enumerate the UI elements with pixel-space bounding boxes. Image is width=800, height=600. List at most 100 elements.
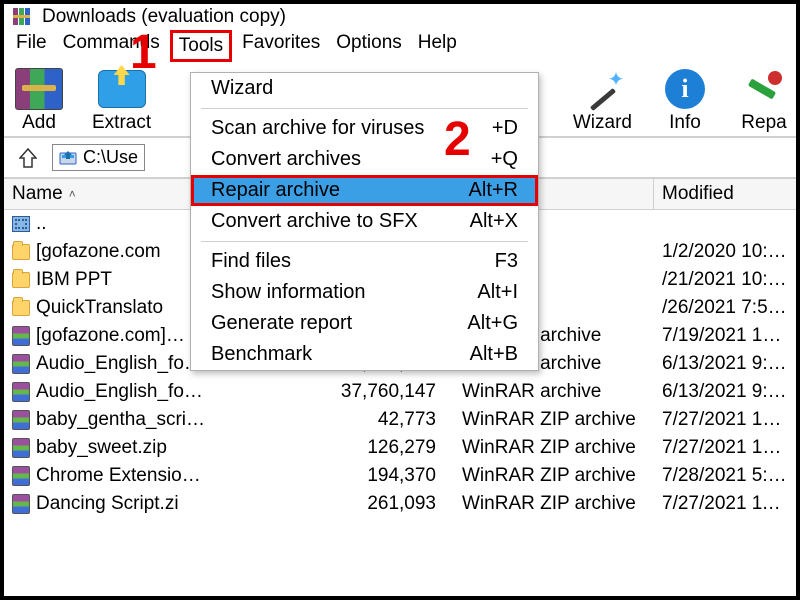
disk-icon <box>59 149 77 167</box>
archive-icon <box>12 383 30 401</box>
toolbar-label: Wizard <box>573 112 632 134</box>
file-name: baby_gentha_scri… <box>36 409 205 431</box>
menu-item-show-information[interactable]: Show information Alt+I <box>191 277 538 308</box>
col-modified[interactable]: Modified <box>654 179 796 209</box>
archive-icon <box>12 327 30 345</box>
file-name: Audio_English_fo… <box>36 353 203 375</box>
parent-folder-icon <box>12 215 30 233</box>
menu-item-label: Generate report <box>211 312 352 335</box>
file-size: 42,773 <box>304 406 454 434</box>
annotation-2: 2 <box>444 116 471 164</box>
menu-help[interactable]: Help <box>412 30 463 62</box>
menu-item-find-files[interactable]: Find filesF3 <box>191 246 538 277</box>
menu-item-shortcut: +D <box>492 117 518 140</box>
file-type: WinRAR archive <box>454 378 654 406</box>
menu-options[interactable]: Options <box>330 30 407 62</box>
file-name: Chrome Extensio… <box>36 465 201 487</box>
menu-file[interactable]: File <box>10 30 53 62</box>
menu-favorites[interactable]: Favorites <box>236 30 326 62</box>
archive-icon <box>12 495 30 513</box>
file-name: [gofazone.com <box>36 241 161 263</box>
menu-item-label: Scan archive for viruses <box>211 117 424 140</box>
menu-item-label: Show information <box>211 281 366 304</box>
file-type: WinRAR ZIP archive <box>454 462 654 490</box>
menu-item-label: Repair archive <box>211 179 340 202</box>
up-button[interactable] <box>14 146 42 170</box>
file-modified: 6/13/2021 9:21 … <box>654 378 796 406</box>
toolbar-wizard[interactable]: Wizard <box>573 68 632 134</box>
repair-icon <box>738 68 790 110</box>
up-arrow-icon <box>19 148 37 168</box>
menu-item-benchmark[interactable]: Benchmark Alt+B <box>191 339 538 370</box>
toolbar-info[interactable]: i Info <box>656 68 714 134</box>
archive-icon <box>12 467 30 485</box>
file-name: QuickTranslato <box>36 297 163 319</box>
file-modified: /26/2021 7:51 … <box>654 294 796 322</box>
file-size: 261,093 <box>304 490 454 518</box>
menu-item-wizard[interactable]: Wizard <box>191 73 538 104</box>
file-modified: 1/2/2020 10:5… <box>654 238 796 266</box>
menu-item-repair-archive[interactable]: Repair archive Alt+R <box>191 175 538 206</box>
menu-item-convert-archives[interactable]: Convert archives +Q <box>191 144 538 175</box>
menu-item-generate-report[interactable]: Generate report Alt+G <box>191 308 538 339</box>
menu-item-shortcut: Alt+B <box>470 343 518 366</box>
folder-icon <box>12 271 30 289</box>
menu-item-label: Benchmark <box>211 343 312 366</box>
archive-icon <box>12 411 30 429</box>
menu-item-shortcut: +Q <box>491 148 518 171</box>
file-modified <box>654 210 796 238</box>
address-text: C:\Use <box>83 147 138 168</box>
menu-item-shortcut: Alt+I <box>477 281 518 304</box>
file-size: 194,370 <box>304 462 454 490</box>
wizard-icon <box>576 68 628 110</box>
menu-item-label: Convert archive to SFX <box>211 210 418 233</box>
list-item[interactable]: baby_gentha_scri… 42,773WinRAR ZIP archiv… <box>4 406 796 434</box>
title-bar: Downloads (evaluation copy) <box>4 4 796 30</box>
file-modified: 7/19/2021 10:3… <box>654 322 796 350</box>
app-icon <box>12 6 34 28</box>
toolbar-repair[interactable]: Repa <box>738 68 790 134</box>
menu-bar: File Commands Tools Favorites Options He… <box>4 30 796 62</box>
menu-item-label: Convert archives <box>211 148 361 171</box>
file-name: baby_sweet.zip <box>36 437 167 459</box>
toolbar-label: Info <box>669 112 701 134</box>
menu-item-scan-archive-for-viruses[interactable]: Scan archive for viruses +D <box>191 113 538 144</box>
list-item[interactable]: Dancing Script.zi261,093WinRAR ZIP archi… <box>4 490 796 518</box>
menu-item-shortcut: F3 <box>495 250 518 273</box>
toolbar-label: Extract <box>92 112 151 134</box>
menu-item-shortcut: Alt+X <box>470 210 518 233</box>
file-type: WinRAR ZIP archive <box>454 406 654 434</box>
tools-dropdown: Wizard Scan archive for viruses +D Convert … <box>190 72 539 371</box>
archive-icon <box>12 439 30 457</box>
info-icon: i <box>659 68 711 110</box>
file-modified: /21/2021 10:0… <box>654 266 796 294</box>
annotation-1: 1 <box>130 29 157 77</box>
sort-ascending-icon: ˄ <box>69 187 76 201</box>
file-modified: 7/28/2021 5:28 … <box>654 462 796 490</box>
file-name: .. <box>36 213 47 235</box>
file-modified: 7/27/2021 10:5… <box>654 406 796 434</box>
file-size: 37,760,147 <box>304 378 454 406</box>
file-size: 126,279 <box>304 434 454 462</box>
menu-item-label: Wizard <box>211 77 273 100</box>
address-box[interactable]: C:\Use <box>52 144 145 171</box>
list-item[interactable]: Chrome Extensio… 194,370WinRAR ZIP archiv… <box>4 462 796 490</box>
toolbar-label: Repa <box>741 112 786 134</box>
list-item[interactable]: baby_sweet.zip 126,279WinRAR ZIP archive7… <box>4 434 796 462</box>
file-name: Audio_English_fo… <box>36 381 203 403</box>
menu-item-convert-archive-to-sfx[interactable]: Convert archive to SFX Alt+X <box>191 206 538 237</box>
file-modified: 7/27/2021 10:5… <box>654 434 796 462</box>
toolbar-add[interactable]: Add <box>10 68 68 134</box>
file-type: WinRAR ZIP archive <box>454 434 654 462</box>
file-modified: 6/13/2021 9:18 … <box>654 350 796 378</box>
menu-item-shortcut: Alt+G <box>467 312 518 335</box>
list-item[interactable]: Audio_English_fo… 37,760,147WinRAR archiv… <box>4 378 796 406</box>
folder-icon <box>12 243 30 261</box>
file-name: IBM PPT <box>36 269 112 291</box>
folder-icon <box>12 299 30 317</box>
menu-item-shortcut: Alt+R <box>469 179 518 202</box>
file-type: WinRAR ZIP archive <box>454 490 654 518</box>
menu-tools[interactable]: Tools <box>170 30 232 62</box>
toolbar-label: Add <box>22 112 56 134</box>
window-title: Downloads (evaluation copy) <box>42 6 286 28</box>
